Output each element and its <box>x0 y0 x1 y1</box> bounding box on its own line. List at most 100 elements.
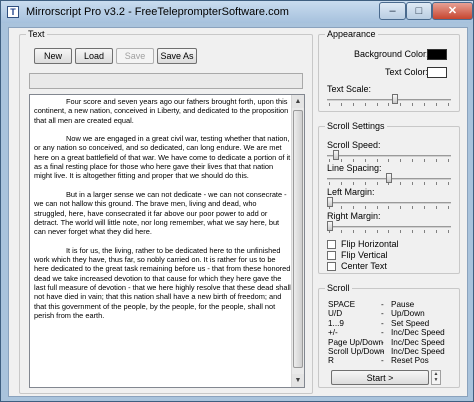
script-text-editor[interactable]: Four score and seven years ago our fathe… <box>29 94 305 388</box>
script-paragraph: Four score and seven years ago our fathe… <box>34 97 289 125</box>
slider-tick <box>388 230 390 233</box>
left-margin-slider[interactable] <box>327 197 451 209</box>
start-spinner[interactable]: ▲ ▼ <box>431 370 441 385</box>
slider-tick <box>352 159 354 162</box>
slider-tick <box>436 182 438 185</box>
slider-tick <box>400 230 402 233</box>
scroll-up-arrow-icon[interactable]: ▲ <box>292 95 304 108</box>
slider-ticks <box>329 206 449 209</box>
text-scale-slider[interactable] <box>327 94 451 106</box>
save-button[interactable]: Save <box>116 48 154 64</box>
scrollbar-thumb[interactable] <box>293 110 303 368</box>
left-margin-label: Left Margin: <box>327 187 375 197</box>
slider-tick <box>352 103 354 106</box>
flip-vertical-label: Flip Vertical <box>341 250 388 260</box>
slider-ticks <box>329 103 449 106</box>
save-as-button[interactable]: Save As <box>157 48 197 64</box>
slider-thumb[interactable] <box>327 197 333 207</box>
slider-tick <box>424 182 426 185</box>
slider-tick <box>412 159 414 162</box>
app-icon: T <box>7 6 19 18</box>
slider-tick <box>436 103 438 106</box>
slider-tick <box>352 206 354 209</box>
file-path-field <box>29 73 303 89</box>
script-paragraph: But in a larger sense we can not dedicat… <box>34 189 287 237</box>
slider-tick <box>400 206 402 209</box>
slider-tick <box>388 206 390 209</box>
slider-tick <box>329 182 330 185</box>
line-spacing-slider[interactable] <box>327 173 451 185</box>
slider-track[interactable] <box>327 202 451 204</box>
slider-tick <box>447 230 449 233</box>
slider-tick <box>329 159 330 162</box>
slider-thumb[interactable] <box>332 150 339 160</box>
slider-tick <box>376 206 378 209</box>
title-bar[interactable]: T Mirrorscript Pro v3.2 - FreeTeleprompt… <box>1 1 473 23</box>
right-margin-slider[interactable] <box>327 221 451 233</box>
slider-tick <box>400 103 402 106</box>
scroll-settings-legend: Scroll Settings <box>325 121 387 132</box>
new-button[interactable]: New <box>34 48 72 64</box>
slider-tick <box>340 230 342 233</box>
slider-tick <box>376 103 378 106</box>
slider-tick <box>388 159 390 162</box>
window-title: Mirrorscript Pro v3.2 - FreeTeleprompter… <box>26 6 289 18</box>
app-window: T Mirrorscript Pro v3.2 - FreeTeleprompt… <box>0 0 474 402</box>
load-button[interactable]: Load <box>75 48 113 64</box>
spinner-down-icon[interactable]: ▼ <box>432 377 440 383</box>
slider-tick <box>424 159 426 162</box>
start-button[interactable]: Start > <box>331 370 429 385</box>
slider-tick <box>424 230 426 233</box>
text-vertical-scrollbar[interactable]: ▲ ▼ <box>291 95 304 387</box>
checkbox-box[interactable] <box>327 251 336 260</box>
slider-tick <box>436 159 438 162</box>
slider-track[interactable] <box>327 155 451 157</box>
maximize-button[interactable]: □ <box>406 2 432 20</box>
slider-thumb[interactable] <box>391 94 398 104</box>
slider-tick <box>364 182 366 185</box>
flip-horizontal-label: Flip Horizontal <box>341 239 399 249</box>
slider-ticks <box>329 230 449 233</box>
slider-tick <box>340 182 342 185</box>
text-scale-label: Text Scale: <box>327 84 372 94</box>
scroll-speed-slider[interactable] <box>327 150 451 162</box>
close-button[interactable]: ✕ <box>432 2 473 20</box>
slider-tick <box>364 230 366 233</box>
slider-tick <box>424 103 426 106</box>
slider-thumb[interactable] <box>327 221 333 231</box>
slider-tick <box>329 103 330 106</box>
slider-tick <box>340 206 342 209</box>
text-color-swatch[interactable] <box>427 67 447 78</box>
slider-thumb[interactable] <box>386 173 392 183</box>
slider-track[interactable] <box>327 226 451 228</box>
slider-tick <box>412 182 414 185</box>
slider-tick <box>364 206 366 209</box>
slider-tick <box>376 159 378 162</box>
right-margin-label: Right Margin: <box>327 211 381 221</box>
slider-tick <box>412 206 414 209</box>
slider-tick <box>388 103 390 106</box>
slider-ticks <box>329 159 449 162</box>
slider-track[interactable] <box>327 99 451 101</box>
slider-tick <box>352 182 354 185</box>
slider-tick <box>447 159 449 162</box>
line-spacing-label: Line Spacing: <box>327 163 382 173</box>
text-group-legend: Text <box>26 29 47 40</box>
slider-tick <box>447 182 449 185</box>
minimize-button[interactable]: – <box>379 2 406 20</box>
background-color-swatch[interactable] <box>427 49 447 60</box>
slider-tick <box>412 103 414 106</box>
slider-tick <box>447 206 449 209</box>
slider-tick <box>352 230 354 233</box>
text-color-label: Text Color: <box>385 67 429 77</box>
slider-tick <box>364 103 366 106</box>
slider-tick <box>400 182 402 185</box>
slider-tick <box>364 159 366 162</box>
scroll-down-arrow-icon[interactable]: ▼ <box>292 374 304 387</box>
slider-tick <box>340 159 342 162</box>
slider-tick <box>412 230 414 233</box>
background-color-label: Background Color: <box>354 49 429 59</box>
slider-tick <box>376 230 378 233</box>
checkbox-box[interactable] <box>327 240 336 249</box>
slider-tick <box>447 103 449 106</box>
